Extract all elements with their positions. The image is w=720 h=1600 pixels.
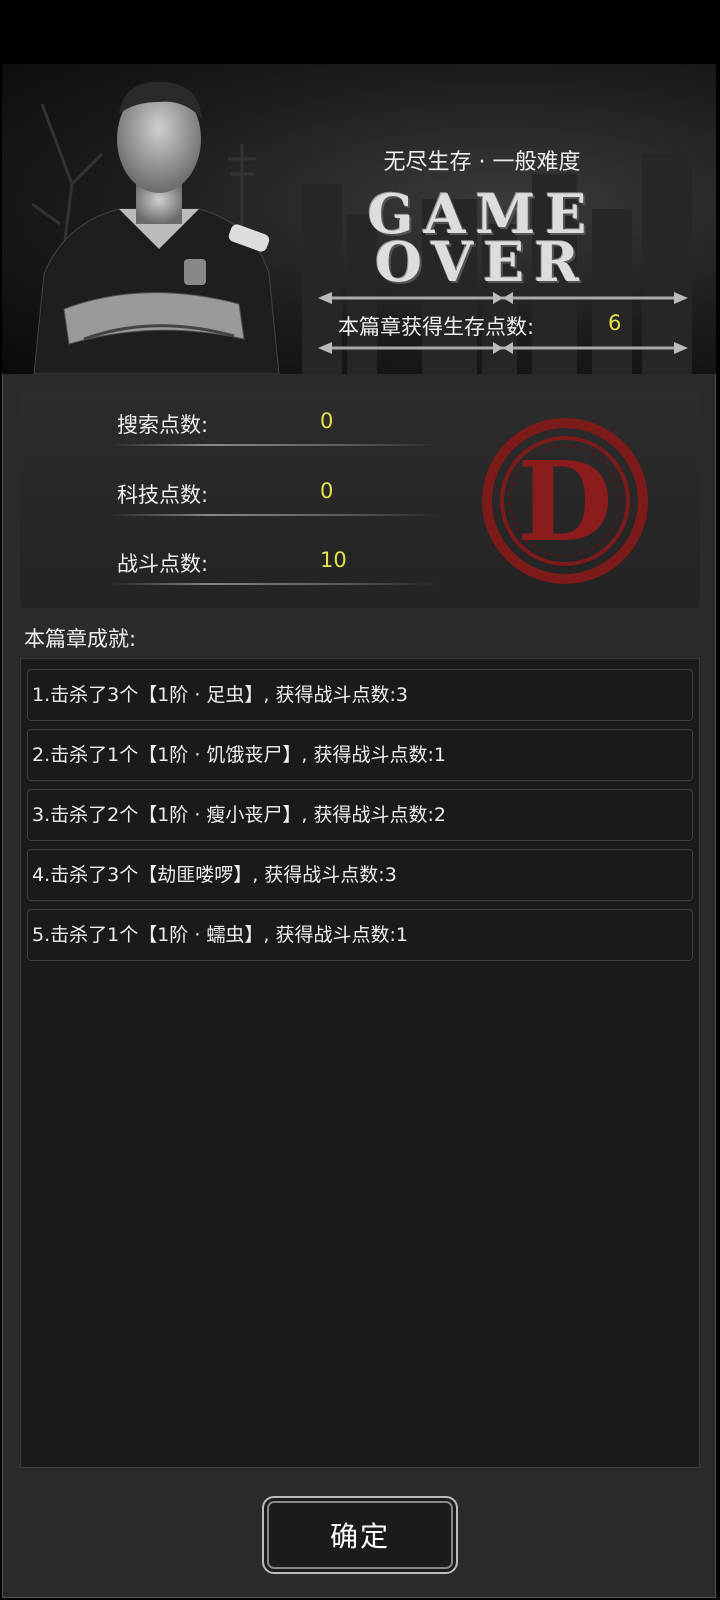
achievement-item: 5.击杀了1个【1阶 · 蠕虫】, 获得战斗点数:1 [27, 909, 693, 961]
earned-survival-points-label: 本篇章获得生存点数: [338, 315, 535, 339]
confirm-button[interactable]: 确定 [262, 1496, 458, 1574]
ornament-divider-bottom [318, 342, 688, 354]
search-points-label: 搜索点数: [117, 413, 209, 437]
achievement-item: 3.击杀了2个【1阶 · 瘦小丧尸】, 获得战斗点数:2 [27, 789, 693, 841]
achievements-title: 本篇章成就: [24, 627, 137, 651]
combat-points-label: 战斗点数: [117, 552, 209, 576]
search-points-value: 0 [320, 409, 334, 433]
points-summary-panel: 搜索点数: 0 科技点数: 0 战斗点数: 10 D [20, 390, 700, 608]
achievement-item: 4.击杀了3个【劫匪喽啰】, 获得战斗点数:3 [27, 849, 693, 901]
grade-letter: D [517, 437, 612, 566]
stat-divider [110, 444, 440, 446]
achievement-item: 1.击杀了3个【1阶 · 足虫】, 获得战斗点数:3 [27, 669, 693, 721]
policeman-portrait [33, 81, 280, 374]
earned-survival-points-value: 6 [608, 311, 622, 335]
grade-stamp-icon: D [482, 418, 648, 584]
achievements-list[interactable]: 1.击杀了3个【1阶 · 足虫】, 获得战斗点数:3 2.击杀了1个【1阶 · … [20, 658, 700, 1468]
mode-difficulty-label: 无尽生存 · 一般难度 [383, 150, 581, 175]
game-over-title-line2: OVER [374, 230, 590, 294]
tech-points-value: 0 [320, 479, 334, 503]
stat-divider [110, 583, 440, 585]
combat-points-value: 10 [320, 548, 347, 572]
tech-points-label: 科技点数: [117, 483, 209, 507]
ornament-divider-top [318, 292, 688, 304]
stat-divider [110, 514, 440, 516]
achievement-item: 2.击杀了1个【1阶 · 饥饿丧尸】, 获得战斗点数:1 [27, 729, 693, 781]
